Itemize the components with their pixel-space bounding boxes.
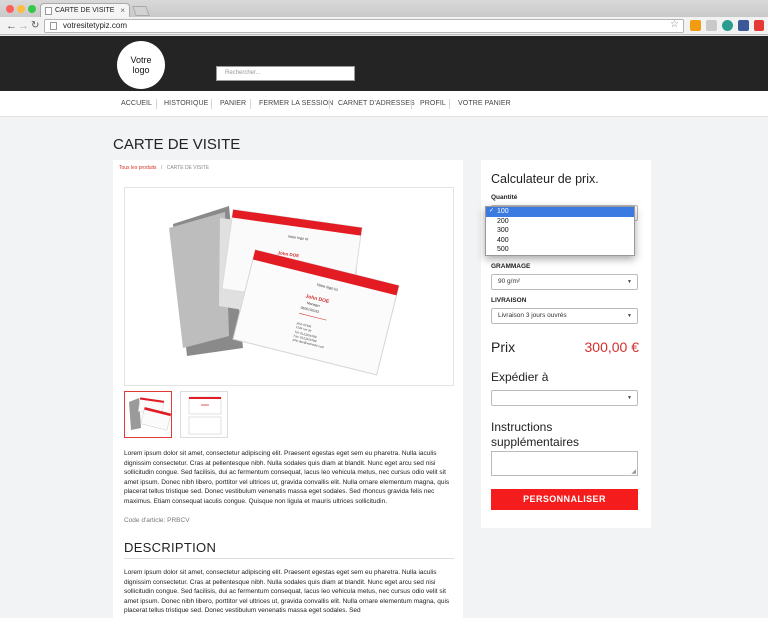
grammage-select[interactable]: 90 g/m² ▼: [491, 274, 638, 290]
news-extension-icon[interactable]: [738, 20, 749, 31]
nav-item-profil[interactable]: PROFIL: [420, 91, 446, 117]
breadcrumb-link-all-products[interactable]: Tous les produits: [119, 165, 157, 171]
site-header: Votre logo Rechercher...: [0, 36, 768, 91]
search-input[interactable]: Rechercher...: [216, 66, 355, 81]
thumbnail-cards-stack: [129, 397, 171, 431]
nav-separator: [329, 99, 330, 109]
quantity-option[interactable]: ✓ 100: [486, 207, 634, 217]
product-thumbnail-1[interactable]: [124, 391, 172, 438]
quantity-option[interactable]: 400: [486, 236, 634, 246]
calculator-title: Calculateur de prix.: [491, 172, 599, 186]
browser-tab[interactable]: CARTE DE VISITE ×: [40, 3, 130, 17]
logo-text: Votre logo: [130, 55, 152, 75]
new-tab-button[interactable]: [132, 6, 150, 16]
instructions-textarea[interactable]: ◢: [491, 451, 638, 476]
main-navigation: ACCUEIL HISTORIQUE PANIER FERMER LA SESS…: [0, 91, 768, 117]
close-window-icon[interactable]: [6, 5, 14, 13]
product-long-description: Lorem ipsum dolor sit amet, consectetur …: [124, 569, 450, 615]
quantity-option-label: 400: [497, 236, 509, 244]
quantity-label: Quantité: [491, 194, 518, 201]
nav-item-historique[interactable]: HISTORIQUE: [164, 91, 208, 117]
business-card-illustration: Votre logo ici John DOE Manager 06061020…: [169, 206, 400, 376]
ship-to-select[interactable]: ▼: [491, 390, 638, 406]
tab-close-icon[interactable]: ×: [120, 4, 125, 17]
rss-extension-icon[interactable]: [690, 20, 701, 31]
ship-to-label: Expédier à: [491, 370, 549, 384]
quantity-option[interactable]: 500: [486, 245, 634, 255]
nav-item-fermer-session[interactable]: FERMER LA SESSION: [259, 91, 333, 117]
back-icon[interactable]: ←: [6, 18, 17, 34]
youtube-extension-icon[interactable]: [754, 20, 764, 31]
forward-icon[interactable]: →: [18, 18, 29, 34]
nav-separator: [211, 99, 212, 109]
nav-separator: [156, 99, 157, 109]
grammage-select-value: 90 g/m²: [498, 278, 521, 285]
nav-separator: [411, 99, 412, 109]
price-label: Prix: [491, 339, 516, 355]
page-icon: [50, 22, 57, 30]
tab-title: CARTE DE VISITE: [55, 7, 115, 14]
quantity-option-label: 500: [497, 246, 509, 253]
page-title: CARTE DE VISITE: [113, 136, 241, 153]
browser-tab-bar: CARTE DE VISITE ×: [0, 0, 768, 17]
description-heading: DESCRIPTION: [124, 540, 217, 555]
livraison-label: LIVRAISON: [491, 297, 527, 304]
quantity-option-label: 100: [497, 208, 509, 215]
nav-item-carnet-adresses[interactable]: CARNET D'ADRESSES: [338, 91, 415, 117]
product-panel: Tous les produits / CARTE DE VISITE Votr…: [113, 160, 463, 618]
thumbnail-card-flat: [188, 396, 222, 435]
product-code: Code d'article: PRBCV: [124, 517, 190, 524]
url-text: votresitetypiz.com: [63, 21, 128, 30]
grammage-label: GRAMMAGE: [491, 263, 531, 270]
bookmark-star-icon[interactable]: ☆: [670, 19, 679, 31]
recycle-extension-icon[interactable]: [706, 20, 717, 31]
livraison-select[interactable]: Livraison 3 jours ouvrés ▼: [491, 308, 638, 324]
quantity-option-label: 300: [497, 227, 509, 234]
resize-grip-icon[interactable]: ◢: [631, 468, 636, 475]
nav-separator: [250, 99, 251, 109]
description-divider: [124, 558, 454, 559]
nav-item-votre-panier[interactable]: VOTRE PANIER: [458, 91, 511, 117]
chevron-down-icon: ▼: [627, 313, 632, 319]
chevron-down-icon: ▼: [627, 279, 632, 285]
product-main-image[interactable]: Votre logo ici John DOE Manager 06061020…: [124, 187, 454, 386]
nav-item-panier[interactable]: PANIER: [220, 91, 246, 117]
nav-item-accueil[interactable]: ACCUEIL: [121, 91, 152, 117]
product-thumbnail-2[interactable]: [180, 391, 228, 438]
breadcrumb-current: CARTE DE VISITE: [166, 165, 210, 171]
product-short-description: Lorem ipsum dolor sit amet, consectetur …: [124, 450, 450, 505]
personnaliser-button[interactable]: PERSONNALISER: [491, 489, 638, 510]
breadcrumb-separator: /: [160, 165, 163, 171]
breadcrumb: Tous les produits / CARTE DE VISITE: [119, 165, 209, 171]
site-logo[interactable]: Votre logo: [117, 41, 165, 89]
quantity-option-label: 200: [497, 217, 509, 225]
search-placeholder: Rechercher...: [225, 70, 261, 76]
quantity-dropdown-list[interactable]: ✓ 100 200 300 400 500: [485, 206, 635, 256]
price-value: 300,00 €: [584, 339, 640, 355]
maximize-window-icon[interactable]: [28, 5, 36, 13]
address-bar[interactable]: votresitetypiz.com ☆: [44, 19, 684, 33]
nav-separator: [449, 99, 450, 109]
instructions-label: Instructions supplémentaires: [491, 420, 580, 449]
quantity-option[interactable]: 300: [486, 226, 634, 236]
chevron-down-icon: ▼: [627, 395, 632, 401]
browser-toolbar: ← → ↻ votresitetypiz.com ☆: [0, 17, 768, 35]
checkmark-icon: ✓: [489, 208, 495, 214]
livraison-select-value: Livraison 3 jours ouvrés: [498, 312, 567, 319]
minimize-window-icon[interactable]: [17, 5, 25, 13]
reload-icon[interactable]: ↻: [31, 18, 39, 34]
quantity-option[interactable]: 200: [486, 217, 634, 227]
page-icon: [45, 7, 52, 15]
globe-extension-icon[interactable]: [722, 20, 733, 31]
